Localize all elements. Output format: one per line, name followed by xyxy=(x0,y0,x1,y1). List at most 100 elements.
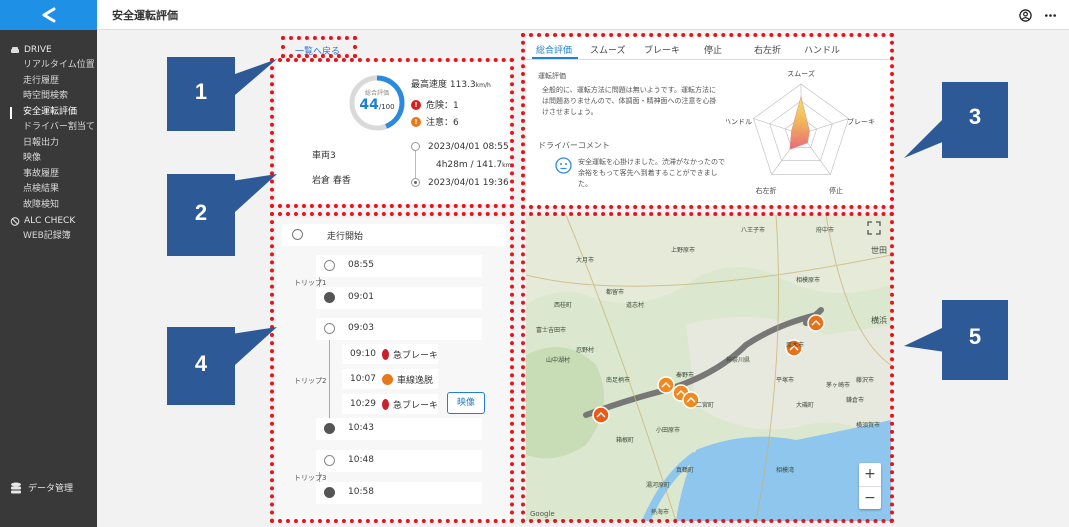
sidebar-item-history[interactable]: 走行履歴 xyxy=(0,74,97,90)
back-button[interactable] xyxy=(0,0,97,30)
radar-label-brake: ブレーキ xyxy=(847,117,875,126)
sidebar-item-safety[interactable]: 安全運転評価 xyxy=(0,105,97,121)
user-icon[interactable] xyxy=(1019,9,1032,22)
sidebar-data-management[interactable]: データ管理 xyxy=(10,481,73,494)
event-row[interactable]: 10:29 急ブレーキ xyxy=(342,394,438,414)
more-icon[interactable] xyxy=(1044,9,1057,22)
map-place-label: 厚木市 xyxy=(786,342,805,349)
sidebar-alc-label: ALC CHECK xyxy=(24,216,76,226)
sidebar-item-accident[interactable]: 事故履歴 xyxy=(0,167,97,183)
hard-brake-icon xyxy=(381,348,389,360)
duration-distance: 4h28m / 141.7km xyxy=(436,160,512,170)
sidebar-section-label: DRIVE xyxy=(24,45,52,55)
back-to-list-link[interactable]: 一覧へ戻る xyxy=(295,44,340,57)
map-place-label: 小田原市 xyxy=(656,427,681,434)
danger-icon: ! xyxy=(411,99,421,110)
top-bar: 安全運転評価 xyxy=(97,0,1069,30)
tab-handle[interactable]: ハンドル xyxy=(804,43,840,56)
data-management-label: データ管理 xyxy=(28,484,74,494)
trip2-end-row[interactable]: 10:43 xyxy=(316,418,482,440)
map-place-label: 横浜 xyxy=(871,316,887,325)
map-place-label: 都留市 xyxy=(606,289,625,296)
timeline-panel: 走行開始 08:55 トリップ1 09:01 09:03 09:10 急ブレーキ … xyxy=(276,218,512,522)
radar-label-handle: ハンドル xyxy=(726,118,752,126)
callout-5: 5 xyxy=(900,298,1010,388)
trip-line xyxy=(329,328,330,430)
sidebar-section-alc[interactable]: ALC CHECK xyxy=(0,213,97,229)
map-place-label: 南足柄市 xyxy=(606,377,631,384)
zoom-controls: + − xyxy=(859,463,881,509)
back-arrow-icon xyxy=(42,7,55,23)
max-speed: 最高速度 113.3km/h xyxy=(411,80,491,90)
caution-icon: ! xyxy=(411,116,421,127)
tab-turn[interactable]: 右左折 xyxy=(754,43,781,56)
radar-label-smooth: スムーズ xyxy=(787,69,815,78)
trip1-start-row[interactable]: 08:55 xyxy=(316,255,482,277)
trip3-start-row[interactable]: 10:48 xyxy=(316,450,482,472)
map-place-label: 大磯町 xyxy=(796,402,815,409)
map-place-label: 茅ヶ崎市 xyxy=(826,382,851,389)
callout-4: 4 xyxy=(165,325,285,410)
sidebar-item-realtime[interactable]: リアルタイム位置 xyxy=(0,58,97,74)
event-row[interactable]: 09:10 急ブレーキ xyxy=(342,344,438,364)
map-place-label: 鎌倉市 xyxy=(846,397,865,404)
score-value: 44/100 xyxy=(359,97,395,113)
start-time: 2023/04/01 08:55 xyxy=(428,142,509,152)
map-event-marker xyxy=(807,314,825,332)
driver-name: 岩倉 春香 xyxy=(312,176,351,186)
flag-icon xyxy=(324,292,335,303)
trip2-start-row[interactable]: 09:03 xyxy=(316,318,482,340)
route-map[interactable]: 八王子市 府中市 上野原市 大月市 相模原市 都留市 道志村 西桂町 富士吉田市 山中湖村 忍野村 厚… xyxy=(526,215,891,521)
sidebar-item-daily-report[interactable]: 日報出力 xyxy=(0,136,97,152)
sidebar-item-fault[interactable]: 故障検知 xyxy=(0,198,97,214)
trip3-end-row[interactable]: 10:58 xyxy=(316,482,482,504)
tab-smooth[interactable]: スムーズ xyxy=(590,43,626,56)
map-place-label: 富士吉田市 xyxy=(536,327,567,334)
map-place-label: 西桂町 xyxy=(554,302,573,309)
sidebar-nav: DRIVE リアルタイム位置 走行履歴 時空間検索 安全運転評価 ドライバー割当… xyxy=(0,42,97,245)
map-event-marker xyxy=(657,376,675,394)
vehicle-name: 車両3 xyxy=(312,151,336,161)
trip2-label: トリップ2 xyxy=(294,377,327,385)
map-place-label: 藤沢市 xyxy=(856,377,875,384)
video-button[interactable]: 映像 xyxy=(447,392,485,414)
tab-brake[interactable]: ブレーキ xyxy=(644,43,680,56)
map-place-label: 大月市 xyxy=(576,257,595,264)
hard-brake-icon xyxy=(381,398,389,410)
map-place-label: 二宮町 xyxy=(696,402,715,409)
comment-text: 安全運転を心掛けました。渋滞がなかったので余裕をもって客先へ到着することができま… xyxy=(578,158,725,188)
tab-overall[interactable]: 総合評価 xyxy=(536,43,572,56)
map-place-label: 世田 xyxy=(871,246,887,255)
map-place-label: 湯河原町 xyxy=(646,482,671,489)
danger-count: ! 危険：1 xyxy=(411,98,459,111)
end-dot-icon xyxy=(411,178,420,187)
event-row[interactable]: 10:07 車線逸脱 xyxy=(342,369,438,389)
map-place-label: 神奈川県 xyxy=(726,357,751,364)
sidebar: DRIVE リアルタイム位置 走行履歴 時空間検索 安全運転評価 ドライバー割当… xyxy=(0,0,97,527)
sidebar-item-web-record[interactable]: WEB記録簿 xyxy=(0,229,97,245)
map-place-label: 真鶴町 xyxy=(676,467,695,474)
sidebar-item-driver-assign[interactable]: ドライバー割当て xyxy=(0,120,97,136)
callout-1: 1 xyxy=(165,55,285,135)
sidebar-item-video[interactable]: 映像 xyxy=(0,151,97,167)
flag-icon xyxy=(324,323,335,334)
sidebar-item-inspection[interactable]: 点検結果 xyxy=(0,182,97,198)
map-place-label: 相模原市 xyxy=(796,277,821,284)
map-place-label: 平塚市 xyxy=(776,377,795,384)
trip1-end-row[interactable]: 09:01 xyxy=(316,287,482,309)
zoom-out-button[interactable]: − xyxy=(859,486,881,509)
page-title: 安全運転評価 xyxy=(112,8,178,22)
comment-title: ドライバーコメント xyxy=(538,141,610,150)
smiley-icon xyxy=(555,157,572,174)
map-place-label: 八王子市 xyxy=(741,227,766,234)
fullscreen-icon[interactable] xyxy=(867,221,881,235)
database-icon xyxy=(11,482,21,493)
callout-2: 2 xyxy=(165,172,285,262)
tab-stop[interactable]: 停止 xyxy=(704,43,722,56)
sidebar-item-search[interactable]: 時空間検索 xyxy=(0,89,97,105)
zoom-in-button[interactable]: + xyxy=(859,463,881,486)
car-icon xyxy=(11,46,19,53)
map-place-label: 府中市 xyxy=(816,227,835,234)
map-place-label: 忍野村 xyxy=(576,347,595,354)
flag-icon xyxy=(324,487,335,498)
